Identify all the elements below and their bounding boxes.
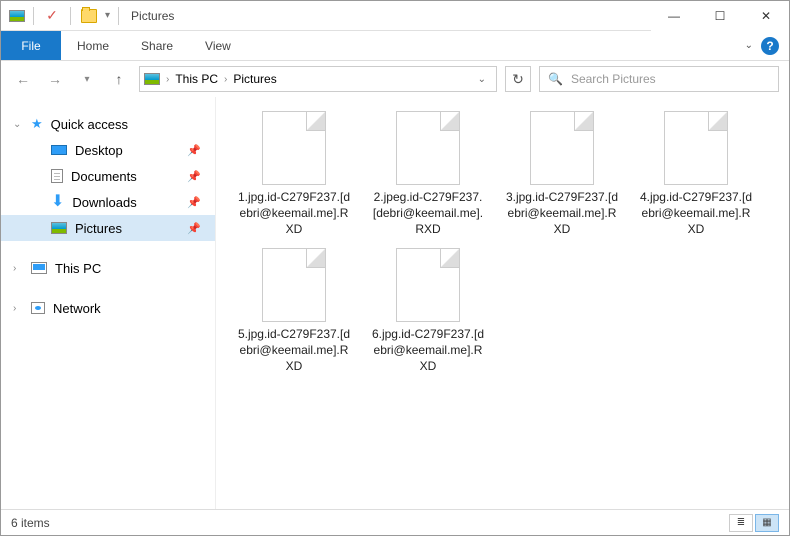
status-bar: 6 items ≣ ▦ <box>1 509 789 535</box>
search-icon: 🔍 <box>548 72 563 86</box>
view-details-button[interactable]: ≣ <box>729 514 753 532</box>
document-icon <box>51 169 63 183</box>
sidebar-label: Documents <box>71 169 137 184</box>
file-content-area[interactable]: 1.jpg.id-C279F237.[debri@keemail.me].RXD… <box>216 97 789 509</box>
file-item[interactable]: 2.jpeg.id-C279F237.[debri@keemail.me].RX… <box>370 111 486 238</box>
sidebar-item-pictures[interactable]: Pictures 📌 <box>1 215 215 241</box>
file-name-label: 5.jpg.id-C279F237.[debri@keemail.me].RXD <box>236 326 352 375</box>
view-large-icons-button[interactable]: ▦ <box>755 514 779 532</box>
location-icon <box>144 73 160 85</box>
status-item-count: 6 items <box>11 516 50 530</box>
desktop-icon <box>51 145 67 155</box>
file-item[interactable]: 3.jpg.id-C279F237.[debri@keemail.me].RXD <box>504 111 620 238</box>
pictures-icon <box>51 222 67 234</box>
pin-icon: 📌 <box>187 170 201 183</box>
star-icon: ★ <box>31 116 43 132</box>
refresh-button[interactable]: ↻ <box>505 66 531 92</box>
address-bar[interactable]: › This PC › Pictures ⌄ <box>139 66 497 92</box>
qat-folder-icon[interactable] <box>79 6 99 26</box>
file-name-label: 2.jpeg.id-C279F237.[debri@keemail.me].RX… <box>370 189 486 238</box>
sidebar-item-downloads[interactable]: ⬇ Downloads 📌 <box>1 189 215 215</box>
file-icon <box>262 111 326 185</box>
download-icon: ⬇ <box>51 194 64 210</box>
tree-expand-icon[interactable]: › <box>13 263 16 274</box>
sidebar-label: Downloads <box>72 195 136 210</box>
ribbon: File Home Share View ⌄ ? <box>1 31 789 61</box>
breadcrumb-current[interactable]: Pictures <box>233 72 276 86</box>
tree-expand-icon[interactable]: › <box>13 303 16 314</box>
pin-icon: 📌 <box>187 222 201 235</box>
file-item[interactable]: 6.jpg.id-C279F237.[debri@keemail.me].RXD <box>370 248 486 375</box>
tab-view[interactable]: View <box>189 31 247 60</box>
file-icon <box>664 111 728 185</box>
breadcrumb-root[interactable]: This PC <box>175 72 218 86</box>
sidebar-label: Desktop <box>75 143 123 158</box>
sidebar-item-quick-access[interactable]: ⌄ ★ Quick access <box>1 111 215 137</box>
file-icon <box>396 248 460 322</box>
qat-checkbox-icon[interactable]: ✓ <box>42 6 62 26</box>
network-icon <box>31 302 45 314</box>
title-bar: ✓ ▾ Pictures — ☐ ✕ <box>1 1 789 31</box>
nav-back-button[interactable]: ← <box>11 67 35 91</box>
nav-recent-dropdown[interactable]: ▾ <box>75 67 99 91</box>
file-icon <box>396 111 460 185</box>
sidebar-label: This PC <box>55 261 101 276</box>
pin-icon: 📌 <box>187 196 201 209</box>
file-item[interactable]: 5.jpg.id-C279F237.[debri@keemail.me].RXD <box>236 248 352 375</box>
file-name-label: 6.jpg.id-C279F237.[debri@keemail.me].RXD <box>370 326 486 375</box>
file-tab[interactable]: File <box>1 31 61 60</box>
file-name-label: 4.jpg.id-C279F237.[debri@keemail.me].RXD <box>638 189 754 238</box>
window-title: Pictures <box>131 9 174 23</box>
sidebar-item-desktop[interactable]: Desktop 📌 <box>1 137 215 163</box>
maximize-button[interactable]: ☐ <box>697 1 743 31</box>
nav-forward-button[interactable]: → <box>43 67 67 91</box>
sidebar-label: Quick access <box>51 117 128 132</box>
file-name-label: 3.jpg.id-C279F237.[debri@keemail.me].RXD <box>504 189 620 238</box>
navigation-pane: ⌄ ★ Quick access Desktop 📌 Documents 📌 ⬇… <box>1 97 216 509</box>
address-row: ← → ▾ ↑ › This PC › Pictures ⌄ ↻ 🔍 <box>1 61 789 97</box>
search-input[interactable] <box>571 72 770 86</box>
sidebar-item-this-pc[interactable]: › This PC <box>1 255 215 281</box>
file-name-label: 1.jpg.id-C279F237.[debri@keemail.me].RXD <box>236 189 352 238</box>
minimize-button[interactable]: — <box>651 1 697 31</box>
sidebar-label: Network <box>53 301 101 316</box>
chevron-right-icon[interactable]: › <box>224 74 227 85</box>
help-icon[interactable]: ? <box>761 37 779 55</box>
ribbon-collapse-icon[interactable]: ⌄ <box>745 40 753 51</box>
address-dropdown-icon[interactable]: ⌄ <box>472 74 492 85</box>
pin-icon: 📌 <box>187 144 201 157</box>
file-icon <box>530 111 594 185</box>
file-item[interactable]: 4.jpg.id-C279F237.[debri@keemail.me].RXD <box>638 111 754 238</box>
tree-expand-icon[interactable]: ⌄ <box>13 119 21 130</box>
close-button[interactable]: ✕ <box>743 1 789 31</box>
tab-home[interactable]: Home <box>61 31 125 60</box>
app-icon <box>9 10 25 22</box>
sidebar-item-documents[interactable]: Documents 📌 <box>1 163 215 189</box>
search-box[interactable]: 🔍 <box>539 66 779 92</box>
file-item[interactable]: 1.jpg.id-C279F237.[debri@keemail.me].RXD <box>236 111 352 238</box>
this-pc-icon <box>31 262 47 274</box>
tab-share[interactable]: Share <box>125 31 189 60</box>
chevron-right-icon[interactable]: › <box>166 74 169 85</box>
qat-dropdown-icon[interactable]: ▾ <box>105 10 110 21</box>
sidebar-label: Pictures <box>75 221 122 236</box>
file-icon <box>262 248 326 322</box>
nav-up-button[interactable]: ↑ <box>107 67 131 91</box>
sidebar-item-network[interactable]: › Network <box>1 295 215 321</box>
